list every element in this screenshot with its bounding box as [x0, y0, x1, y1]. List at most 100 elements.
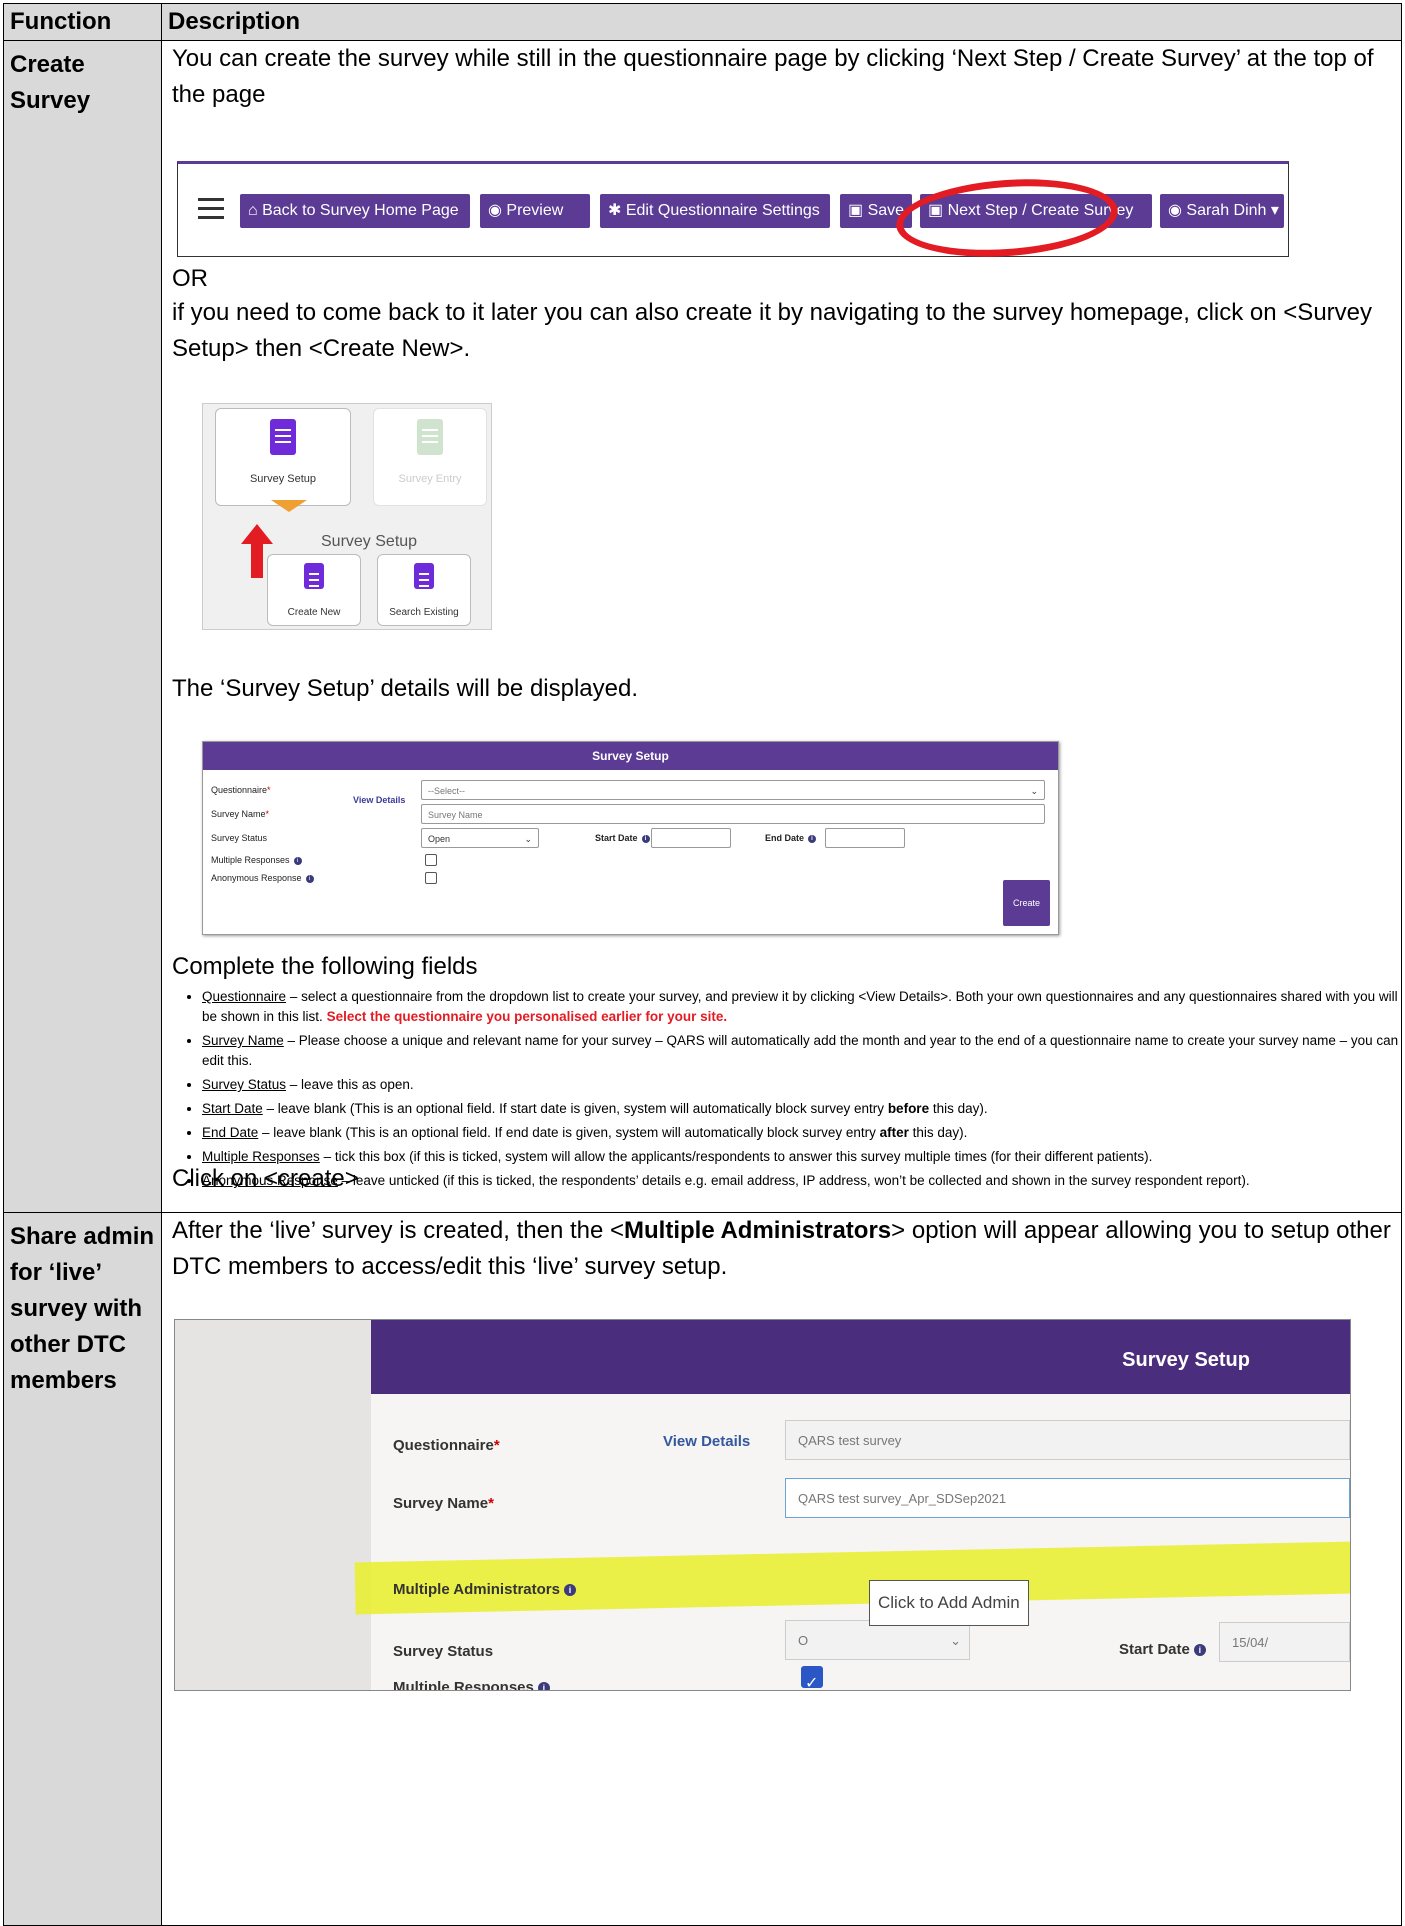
info-icon: i [563, 1584, 576, 1597]
survey-setup-icon [270, 419, 296, 455]
info-icon: i [1193, 1644, 1206, 1657]
survey-name-input[interactable]: Survey Name [421, 804, 1045, 824]
tile-search-existing[interactable]: Search Existing [377, 554, 471, 626]
red-arrow-icon [241, 524, 273, 544]
tile-create-label: Create New [287, 607, 341, 618]
photo-multi-admin-label: Multiple Administrators i [393, 1572, 576, 1608]
photo-header-bar: Survey Setup [371, 1320, 1350, 1394]
search-existing-icon [414, 563, 434, 589]
questionnaire-label: Questionnaire* [211, 785, 271, 795]
multiple-text: Multiple Responses [211, 855, 290, 865]
tile-survey-entry[interactable]: Survey Entry [373, 408, 487, 506]
start-date-input[interactable] [651, 828, 731, 848]
photo-multiple-text: Multiple Responses [393, 1679, 534, 1691]
user-label: Sarah Dinh [1186, 202, 1267, 219]
anonymous-response-label: Anonymous Response i [211, 872, 314, 884]
create-button[interactable]: Create [1002, 880, 1050, 926]
share-admin-text: After the ‘live’ survey is created, then… [172, 1213, 1391, 1285]
bullet-term: End Date [202, 1125, 259, 1140]
photo-multiple-checkbox[interactable] [801, 1666, 823, 1690]
form-title: Survey Setup [203, 742, 1058, 770]
hamburger-icon[interactable] [198, 198, 224, 225]
intro-text: You can create the survey while still in… [172, 45, 1374, 108]
bullet-tail: this day). [908, 1125, 968, 1140]
multiple-responses-checkbox[interactable] [425, 854, 437, 866]
back-button[interactable]: ⌂ Back to Survey Home Page [240, 194, 470, 228]
survey-name-text: Survey Name [211, 809, 266, 819]
multiple-admin-photo: Survey Setup Questionnaire* View Details… [174, 1319, 1351, 1691]
preview-label: Preview [506, 202, 564, 219]
tile-create-new[interactable]: Create New [267, 554, 361, 626]
questionnaire-text: Questionnaire [211, 785, 268, 795]
create-new-icon [304, 563, 324, 589]
photo-title: Survey Setup [1122, 1349, 1250, 1371]
photo-survey-name-input[interactable]: QARS test survey_Apr_SDSep2021 [785, 1478, 1350, 1518]
add-admin-tooltip[interactable]: Click to Add Admin [869, 1580, 1029, 1626]
tile-search-label: Search Existing [389, 607, 459, 618]
anonymous-response-checkbox[interactable] [425, 872, 437, 884]
photo-multi-admin-text: Multiple Administrators [393, 1581, 560, 1598]
function-label: Create Survey [10, 51, 91, 114]
anonymous-text: Anonymous Response [211, 873, 302, 883]
info-icon: i [641, 834, 650, 843]
survey-status-label: Survey Status [211, 833, 268, 843]
photo-questionnaire-text: Questionnaire [393, 1437, 494, 1454]
chevron-down-icon: ⌄ [524, 834, 532, 844]
header-description: Description [161, 3, 1402, 41]
bullet-text: – leave blank (This is an optional field… [258, 1125, 880, 1140]
photo-start-date-input[interactable]: 15/04/ [1219, 1622, 1350, 1662]
survey-status-select[interactable]: Open ⌄ [421, 828, 539, 848]
end-date-text: End Date [765, 833, 805, 843]
bullet-anonymous-response: Anonymous Response – leave unticked (if … [202, 1171, 1405, 1191]
red-arrow-shaft [251, 544, 263, 578]
tile-setup-label: Survey Setup [249, 473, 317, 485]
function-label: Share admin for ‘live’ survey with other… [10, 1223, 155, 1394]
bullet-bold: after [879, 1125, 909, 1140]
bullet-red-text: Select the questionnaire you personalise… [326, 1009, 728, 1024]
bullet-text: – leave unticked (if this is ticked, the… [337, 1173, 1250, 1188]
photo-survey-status-select[interactable]: O ⌄ [785, 1620, 970, 1660]
bullet-questionnaire: Questionnaire – select a questionnaire f… [202, 987, 1405, 1027]
tile-survey-setup[interactable]: Survey Setup [215, 408, 351, 506]
bullet-term: Start Date [202, 1101, 263, 1116]
select-value: --Select-- [428, 786, 466, 796]
start-date-label: Start Date i [595, 832, 650, 844]
end-date-input[interactable] [825, 828, 905, 848]
bullet-term: Survey Name [202, 1033, 284, 1048]
preview-button[interactable]: ◉ Preview [480, 194, 590, 228]
photo-status-value: O [798, 1633, 809, 1648]
header-function: Function [3, 3, 162, 41]
chevron-down-icon: ⌄ [950, 1633, 961, 1648]
displayed-text: The ‘Survey Setup’ details will be displ… [172, 675, 639, 702]
or-text: OR [172, 265, 208, 292]
info-icon: i [537, 1682, 550, 1690]
user-menu-button[interactable]: ◉ Sarah Dinh ▾ [1160, 194, 1284, 228]
bullet-text: – tick this box (if this is ticked, syst… [319, 1149, 1153, 1164]
bullet-term: Questionnaire [202, 989, 287, 1004]
photo-view-details-link[interactable]: View Details [663, 1424, 750, 1460]
bullet-text: – Please choose a unique and relevant na… [202, 1033, 1399, 1068]
bullet-bold: before [887, 1101, 930, 1116]
description-share-admin: After the ‘live’ survey is created, then… [161, 1212, 1402, 1926]
bullet-survey-name: Survey Name – Please choose a unique and… [202, 1031, 1405, 1071]
photo-questionnaire-select[interactable]: QARS test survey [785, 1420, 1350, 1460]
highlight-circle [893, 172, 1121, 264]
end-date-label: End Date i [765, 832, 817, 844]
description-create-survey: You can create the survey while still in… [161, 40, 1405, 1213]
share-text-a: After the ‘live’ survey is created, then… [172, 1217, 625, 1244]
tile-entry-label: Survey Entry [398, 473, 462, 485]
bullet-text: – leave this as open. [286, 1077, 414, 1092]
edit-label: Edit Questionnaire Settings [625, 202, 820, 219]
edit-settings-button[interactable]: ✱ Edit Questionnaire Settings [600, 194, 830, 228]
complete-text: Complete the following fields [172, 953, 478, 980]
toolbar-screenshot: ⌂ Back to Survey Home Page ◉ Preview ✱ E… [177, 161, 1289, 264]
multiple-responses-label: Multiple Responses i [211, 854, 302, 866]
view-details-link[interactable]: View Details [353, 782, 405, 818]
survey-name-label: Survey Name* [211, 809, 270, 819]
bullet-text: – leave blank (This is an optional field… [262, 1101, 888, 1116]
questionnaire-select[interactable]: --Select-- ⌄ [421, 780, 1045, 800]
bullet-survey-status: Survey Status – leave this as open. [202, 1075, 1405, 1095]
survey-setup-tiles: Survey Setup Survey Entry Survey Setup C… [202, 403, 492, 630]
photo-survey-name-label: Survey Name* [393, 1495, 494, 1512]
function-create-survey: Create Survey [3, 40, 162, 1213]
